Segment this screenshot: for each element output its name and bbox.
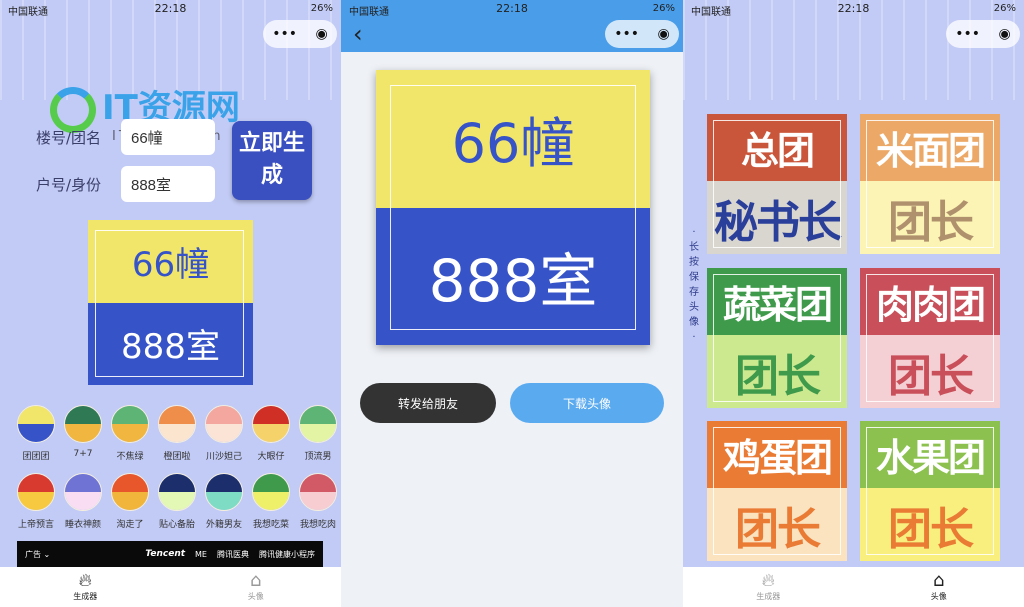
theme-label[interactable]: 顶流男 <box>293 449 341 462</box>
ad-banner[interactable]: 广告 ⌄ Tencent ME 腾讯医典 腾讯健康小程序 <box>17 541 323 567</box>
theme-swatch[interactable] <box>158 473 196 511</box>
theme-label[interactable]: 不焦绿 <box>105 449 155 462</box>
theme-label[interactable]: 大眼仔 <box>246 449 296 462</box>
theme-swatch[interactable] <box>299 473 337 511</box>
status-bar: 中国联通 22:18 26% <box>691 2 1016 18</box>
ad-brand: 腾讯健康小程序 <box>259 549 315 559</box>
tab-bar: 🔥︎ 生成器 ⌂ 头像 <box>683 567 1024 607</box>
miniprogram-capsule: ••• ◉ <box>946 20 1020 48</box>
theme-swatch[interactable] <box>64 405 102 443</box>
miniprogram-capsule: ••• ◉ <box>263 20 337 48</box>
avatar-card[interactable]: 肉肉团 团长 <box>860 268 1000 408</box>
room-label: 户号/身份 <box>36 176 102 194</box>
tab-bar: 🔥︎ 生成器 ⌂ 头像 <box>0 567 341 607</box>
theme-label[interactable]: 团团团 <box>11 449 61 462</box>
status-bar: 中国联通 22:18 26% <box>0 0 341 18</box>
download-button[interactable]: 下载头像 <box>510 383 664 423</box>
close-icon[interactable]: ◉ <box>999 26 1011 42</box>
theme-swatch[interactable] <box>252 473 290 511</box>
close-icon[interactable]: ◉ <box>658 26 670 42</box>
building-input[interactable] <box>121 119 215 155</box>
theme-swatch[interactable] <box>17 473 55 511</box>
battery: 26% <box>310 3 333 14</box>
avatar-card[interactable]: 米面团 团长 <box>860 114 1000 254</box>
theme-label[interactable]: 睡衣神颜 <box>58 517 108 530</box>
home-icon: ⌂ <box>933 570 945 591</box>
avatar-gallery-screen: 中国联通 22:18 26% ••• ◉ ·长按保存头像· 总团 秘书长 米面团 团长… <box>683 0 1024 607</box>
theme-label[interactable]: 上帝预言 <box>11 517 61 530</box>
theme-label[interactable]: 川沙妲己 <box>199 449 249 462</box>
theme-swatch[interactable] <box>299 405 337 443</box>
ad-brand: ME <box>195 549 207 559</box>
more-icon[interactable]: ••• <box>614 26 639 42</box>
room-input[interactable] <box>121 166 215 202</box>
theme-swatch[interactable] <box>64 473 102 511</box>
tab-generator[interactable]: 🔥︎ 生成器 <box>683 567 854 607</box>
theme-label[interactable]: 淘走了 <box>105 517 155 530</box>
more-icon[interactable]: ••• <box>955 26 980 42</box>
generator-screen: 中国联通 22:18 26% ••• ◉ IT资源网ITbaizu.com 楼号… <box>0 0 341 607</box>
theme-label[interactable]: 橙团啦 <box>152 449 202 462</box>
building-label: 楼号/团名 <box>36 129 102 147</box>
clock: 22:18 <box>154 2 187 15</box>
theme-label[interactable]: 外籍男友 <box>199 517 249 530</box>
ad-label[interactable]: 广告 ⌄ <box>25 549 50 560</box>
result-screen: ‹ 中国联通 22:18 26% ••• ◉ 66幢 888室 转发给朋友 下载… <box>341 0 683 607</box>
theme-swatch[interactable] <box>252 405 290 443</box>
home-icon: ⌂ <box>250 570 262 591</box>
miniprogram-capsule: ••• ◉ <box>605 20 679 48</box>
theme-label[interactable]: 我想吃肉 <box>293 517 341 530</box>
avatar-card[interactable]: 水果团 团长 <box>860 421 1000 561</box>
flame-icon: 🔥︎ <box>78 570 92 591</box>
theme-swatch[interactable] <box>111 473 149 511</box>
back-icon[interactable]: ‹ <box>353 20 363 48</box>
theme-swatch[interactable] <box>205 405 243 443</box>
theme-swatch[interactable] <box>205 473 243 511</box>
save-hint: ·长按保存头像· <box>689 227 699 343</box>
avatar-card[interactable]: 鸡蛋团 团长 <box>707 421 847 561</box>
avatar-card[interactable]: 蔬菜团 团长 <box>707 268 847 408</box>
tab-generator[interactable]: 🔥︎ 生成器 <box>0 567 171 607</box>
more-icon[interactable]: ••• <box>272 26 297 42</box>
generated-avatar[interactable]: 66幢 888室 <box>376 70 650 345</box>
tab-avatar[interactable]: ⌂ 头像 <box>171 567 342 607</box>
tab-avatar[interactable]: ⌂ 头像 <box>854 567 1024 607</box>
theme-swatch[interactable] <box>158 405 196 443</box>
theme-label[interactable]: 贴心备胎 <box>152 517 202 530</box>
ad-brand: Tencent <box>145 549 186 559</box>
avatar-preview: 66幢 888室 <box>88 220 253 385</box>
flame-icon: 🔥︎ <box>761 570 775 591</box>
avatar-card[interactable]: 总团 秘书长 <box>707 114 847 254</box>
share-button[interactable]: 转发给朋友 <box>360 383 496 423</box>
theme-label[interactable]: 7+7 <box>58 449 108 459</box>
ad-brand: 腾讯医典 <box>217 549 249 559</box>
theme-label[interactable]: 我想吃菜 <box>246 517 296 530</box>
theme-swatch[interactable] <box>17 405 55 443</box>
theme-swatch[interactable] <box>111 405 149 443</box>
close-icon[interactable]: ◉ <box>316 26 328 42</box>
generate-button[interactable]: 立即生成 <box>232 121 312 200</box>
status-bar: 中国联通 22:18 26% <box>349 2 675 18</box>
